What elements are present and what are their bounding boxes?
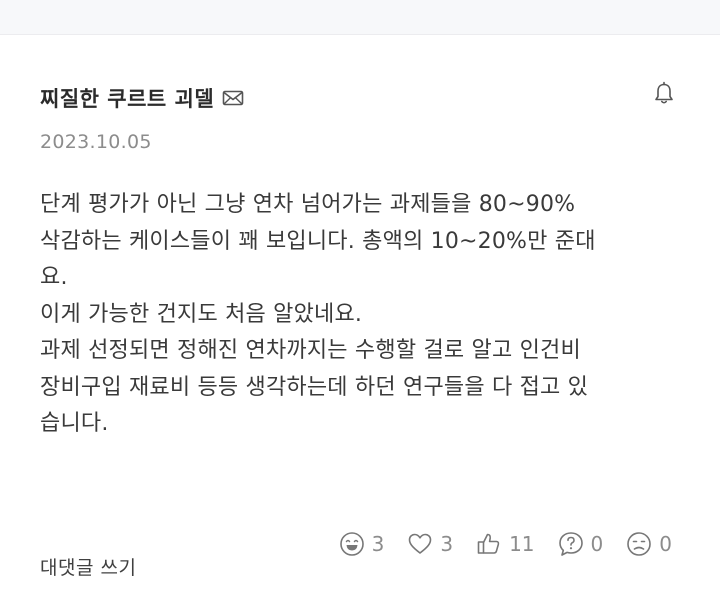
reaction-count: 3 xyxy=(440,532,454,556)
previous-item-divider xyxy=(0,0,720,35)
comment-body-line: 단계 평가가 아닌 그냥 연차 넘어가는 과제들을 80~90% xyxy=(40,192,576,217)
reaction-laugh-button[interactable]: 3 xyxy=(338,530,385,558)
comment-date: 2023.10.05 xyxy=(40,131,152,153)
comment-body-line: 과제 선정되면 정해진 연차까지는 수행할 걸로 알고 인건비 xyxy=(40,338,581,363)
reaction-thumbs-up-button[interactable]: 11 xyxy=(475,530,535,558)
author-row: 찌질한 쿠르트 괴델 xyxy=(40,83,244,113)
reaction-question-button[interactable]: 0 xyxy=(557,530,604,558)
reaction-count: 0 xyxy=(590,532,604,556)
reaction-count: 3 xyxy=(371,532,385,556)
envelope-icon[interactable] xyxy=(222,89,244,107)
comment-body-line: 요. xyxy=(40,265,68,290)
sad-face-icon xyxy=(627,532,652,556)
comment-body-line: 습니다. xyxy=(40,411,109,436)
reaction-sad-button[interactable]: 0 xyxy=(625,530,672,558)
reply-button[interactable]: 대댓글 쓰기 xyxy=(40,553,136,580)
question-icon xyxy=(558,532,583,556)
laugh-face-icon xyxy=(339,532,364,556)
heart-icon xyxy=(409,533,432,554)
reaction-count: 11 xyxy=(509,532,535,556)
thumbs-up-icon xyxy=(477,533,500,554)
bell-icon[interactable] xyxy=(652,81,676,107)
comment-body: 단계 평가가 아닌 그냥 연차 넘어가는 과제들을 80~90% 삭감하는 케이… xyxy=(40,187,690,443)
author-name[interactable]: 찌질한 쿠르트 괴델 xyxy=(40,83,214,113)
reaction-heart-button[interactable]: 3 xyxy=(406,530,453,558)
comment-body-line: 삭감하는 케이스들이 꽤 보입니다. 총액의 10~20%만 준대 xyxy=(40,228,596,254)
comment-card: 찌질한 쿠르트 괴델 2023.10.05 단계 평가가 아닌 그냥 연차 넘어… xyxy=(0,35,720,600)
reaction-bar: 3 3 11 0 0 xyxy=(316,530,672,558)
reaction-count: 0 xyxy=(659,532,672,556)
comment-body-line: 이게 가능한 건지도 처음 알았네요. xyxy=(40,301,363,327)
comment-body-line: 장비구입 재료비 등등 생각하는데 하던 연구들을 다 접고 있 xyxy=(40,374,589,400)
